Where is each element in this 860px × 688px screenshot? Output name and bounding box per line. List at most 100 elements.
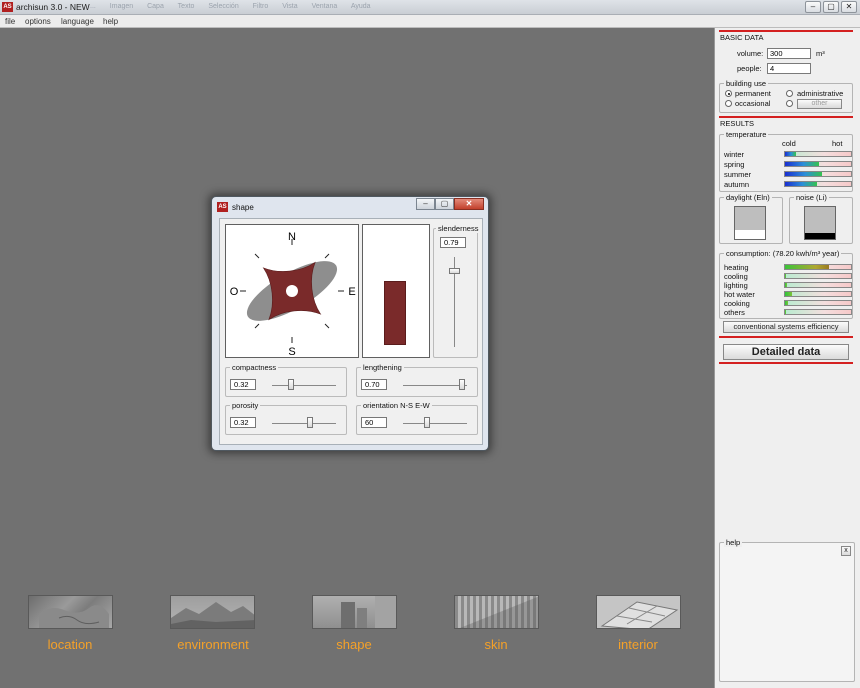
- help-close-button[interactable]: x: [841, 546, 851, 556]
- cons-bar-lighting: [784, 282, 852, 288]
- temperature-legend: temperature: [724, 130, 769, 139]
- ghost-menu-item: Imagen: [109, 3, 134, 10]
- cons-bar-hot-water: [784, 291, 852, 297]
- results-heading: RESULTS: [720, 119, 755, 128]
- porosity-slider-thumb[interactable]: [307, 417, 314, 428]
- temp-row-label: autumn: [724, 180, 750, 189]
- detailed-data-button[interactable]: Detailed data: [723, 344, 849, 360]
- building-use-legend: building use: [724, 79, 769, 88]
- daylight-legend: daylight (Eln): [724, 193, 772, 202]
- nav-environment-label[interactable]: environment: [163, 637, 263, 652]
- temp-row-label: spring: [724, 160, 745, 169]
- map-icon: [39, 605, 109, 628]
- nav-interior-thumbnail[interactable]: [596, 595, 681, 629]
- cons-bar-heating: [784, 264, 852, 270]
- shape-dialog: AS shape – ▢ ✕ N S E O slenderness 0.79 …: [211, 196, 489, 451]
- orientation-label: orientation N-S E-W: [361, 401, 432, 410]
- nav-shape-thumbnail[interactable]: [312, 595, 397, 629]
- lengthening-track: [403, 385, 467, 386]
- dialog-client: N S E O slenderness 0.79 compactness 0.3…: [219, 218, 483, 445]
- menu-help[interactable]: help: [103, 17, 118, 26]
- hot-label: hot: [832, 139, 843, 148]
- maximize-button[interactable]: ▢: [823, 1, 839, 13]
- help-legend: help: [724, 538, 743, 547]
- temp-bar-autumn: [784, 181, 852, 187]
- nav-shape-label[interactable]: shape: [304, 637, 404, 652]
- nav-environment-thumbnail[interactable]: [170, 595, 255, 629]
- temp-row-label: winter: [724, 150, 745, 159]
- basic-data-heading: BASIC DATA: [720, 33, 764, 42]
- lengthening-slider-thumb[interactable]: [458, 379, 465, 390]
- dialog-minimize-button[interactable]: –: [416, 198, 435, 210]
- radio-administrative-label: administrative: [797, 89, 844, 98]
- elevation-view: [362, 224, 430, 358]
- ghost-menu-item: Texto: [177, 3, 195, 10]
- slenderness-input[interactable]: 0.79: [440, 237, 466, 248]
- building-elevation: [384, 281, 406, 345]
- divider: [719, 362, 853, 364]
- slenderness-slider-thumb[interactable]: [449, 268, 460, 275]
- ghost-menu: ... Imagen Capa Texto Selección Filtro V…: [90, 3, 383, 10]
- orientation-track: [403, 423, 467, 424]
- menu-options[interactable]: options: [25, 17, 51, 26]
- volume-input[interactable]: 300: [767, 48, 811, 59]
- volume-label: volume:: [737, 49, 764, 58]
- compass-e: E: [348, 286, 355, 298]
- dialog-close-button[interactable]: ✕: [454, 198, 484, 210]
- daylight-group: daylight (Eln): [719, 193, 783, 244]
- menu-bar: file options language help: [0, 15, 860, 28]
- nav-skin-label[interactable]: skin: [446, 637, 546, 652]
- radio-permanent-label: permanent: [735, 89, 771, 98]
- orientation-slider-thumb[interactable]: [424, 417, 431, 428]
- minimize-button[interactable]: –: [805, 1, 821, 13]
- nav-location-label[interactable]: location: [20, 637, 120, 652]
- plan-view: N S E O: [225, 224, 359, 358]
- cons-fill: [785, 274, 787, 278]
- dialog-maximize-button[interactable]: ▢: [435, 198, 454, 210]
- slenderness-group: slenderness 0.79: [433, 224, 481, 358]
- lengthening-input[interactable]: 0.70: [361, 379, 387, 390]
- ghost-menu-item: Vista: [282, 3, 298, 10]
- menu-file[interactable]: file: [5, 17, 15, 26]
- radio-other[interactable]: [786, 100, 793, 107]
- plan-svg: N S E O: [230, 231, 356, 358]
- nav-skin-thumbnail[interactable]: [454, 595, 539, 629]
- people-label: people:: [737, 64, 762, 73]
- title-bar: AS archisun 3.0 - NEW ... Imagen Capa Te…: [0, 0, 860, 15]
- temperature-group: temperature cold hot winter spring summe…: [719, 130, 853, 192]
- compass-s: S: [288, 346, 295, 357]
- compactness-slider-thumb[interactable]: [288, 379, 295, 390]
- compactness-group: compactness 0.32: [225, 363, 347, 397]
- orientation-input[interactable]: 60: [361, 417, 387, 428]
- porosity-input[interactable]: 0.32: [230, 417, 256, 428]
- building-icon: [341, 596, 396, 628]
- efficiency-button[interactable]: conventional systems efficiency: [723, 321, 849, 333]
- radio-administrative[interactable]: [786, 90, 793, 97]
- cons-row-label: lighting: [724, 281, 748, 290]
- people-input[interactable]: 4: [767, 63, 811, 74]
- other-button[interactable]: other: [797, 99, 842, 109]
- lengthening-label: lengthening: [361, 363, 404, 372]
- dialog-title: shape: [232, 203, 254, 212]
- temp-fill: [785, 152, 796, 156]
- daylight-meter: [734, 206, 766, 240]
- menu-language[interactable]: language: [61, 17, 94, 26]
- porosity-label: porosity: [230, 401, 261, 410]
- cons-bar-cooling: [784, 273, 852, 279]
- cons-fill: [785, 283, 787, 287]
- ghost-menu-item: Ventana: [311, 3, 338, 10]
- noise-legend: noise (Li): [794, 193, 829, 202]
- radio-permanent[interactable]: [725, 90, 732, 97]
- facade-icon: [460, 596, 538, 628]
- orientation-group: orientation N-S E-W 60: [356, 401, 478, 435]
- building-use-group: building use permanent administrative oc…: [719, 79, 853, 113]
- cold-label: cold: [782, 139, 796, 148]
- temp-fill: [785, 182, 817, 186]
- compactness-input[interactable]: 0.32: [230, 379, 256, 390]
- noise-level: [805, 233, 835, 239]
- radio-occasional[interactable]: [725, 100, 732, 107]
- close-button[interactable]: ✕: [841, 1, 857, 13]
- nav-interior-label[interactable]: interior: [588, 637, 688, 652]
- cons-row-label: heating: [724, 263, 749, 272]
- nav-location-thumbnail[interactable]: [28, 595, 113, 629]
